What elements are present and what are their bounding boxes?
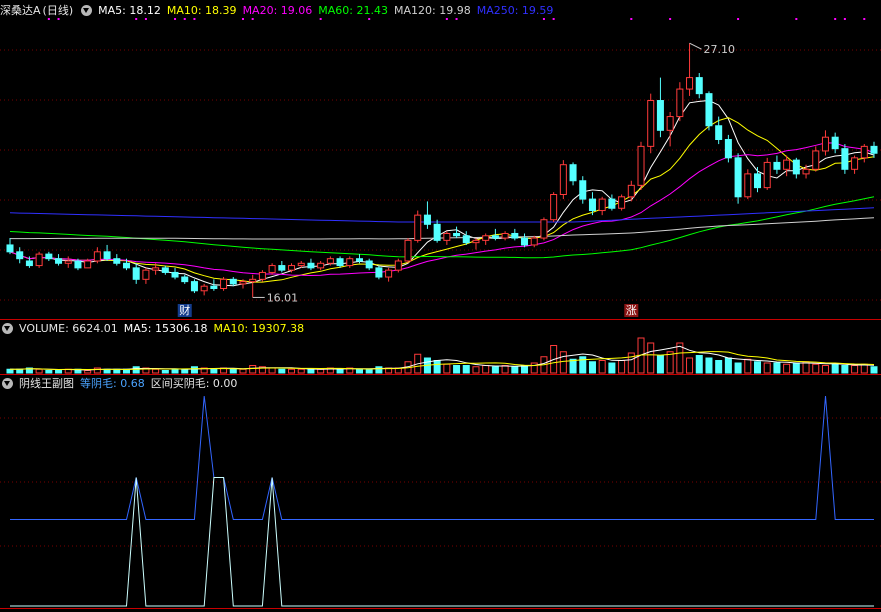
kline-chart: 深桑达A (日线) MA5: 18.12 MA10: 18.39 MA20: 1… <box>0 0 881 612</box>
indicator-panel <box>0 395 881 607</box>
bottom-border <box>0 608 881 609</box>
indicator-high-line <box>10 477 874 607</box>
indicator-base-line <box>10 395 874 520</box>
